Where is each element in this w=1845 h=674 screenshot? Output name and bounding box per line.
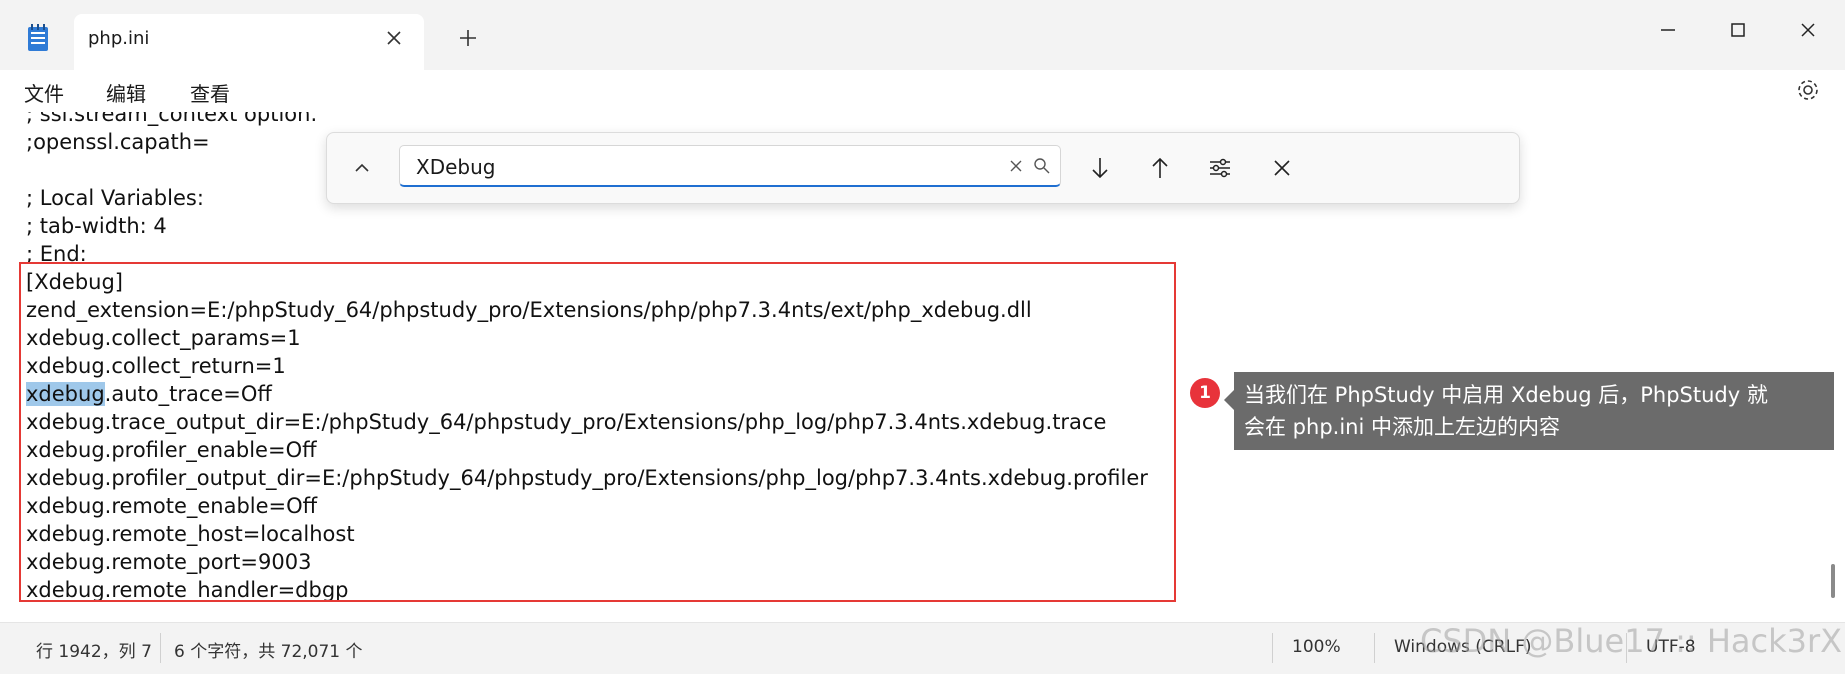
menu-edit[interactable]: 编辑 bbox=[102, 76, 150, 109]
cursor-position: 行 1942，列 7 bbox=[36, 642, 152, 662]
close-find-icon[interactable] bbox=[1267, 153, 1297, 183]
close-tab-icon[interactable] bbox=[382, 26, 406, 50]
window-close-icon[interactable] bbox=[1788, 10, 1828, 50]
zoom-level[interactable]: 100% bbox=[1292, 637, 1341, 657]
search-icon[interactable] bbox=[1032, 156, 1052, 176]
scrollbar-thumb[interactable] bbox=[1831, 564, 1835, 598]
search-input[interactable] bbox=[414, 152, 978, 182]
tab-php-ini[interactable]: php.ini bbox=[74, 14, 424, 70]
annotation-callout: 当我们在 PhpStudy 中启用 Xdebug 后，PhpStudy 就 会在… bbox=[1224, 372, 1834, 450]
title-bar: php.ini bbox=[0, 0, 1845, 70]
find-previous-arrow-up-icon[interactable] bbox=[1145, 153, 1175, 183]
annotation-text-line: 当我们在 PhpStudy 中启用 Xdebug 后，PhpStudy 就 bbox=[1244, 383, 1768, 407]
status-divider bbox=[1272, 633, 1273, 663]
options-sliders-icon[interactable] bbox=[1205, 153, 1235, 183]
menu-bar: 文件 编辑 查看 bbox=[0, 70, 1845, 112]
editor-line: ; tab-width: 4 bbox=[26, 214, 167, 238]
new-tab-icon[interactable] bbox=[456, 26, 480, 50]
watermark: CSDN @Blue17 :: Hack3rX bbox=[1420, 622, 1843, 660]
annotation-number-badge: 1 bbox=[1190, 378, 1220, 408]
status-divider bbox=[1374, 633, 1375, 663]
status-divider bbox=[160, 633, 161, 663]
character-count: 6 个字符，共 72,071 个 bbox=[174, 642, 363, 662]
annotation-red-box bbox=[19, 262, 1176, 602]
tab-title: php.ini bbox=[88, 28, 150, 49]
clear-icon[interactable] bbox=[1006, 156, 1026, 176]
menu-file[interactable]: 文件 bbox=[20, 76, 68, 109]
menu-view[interactable]: 查看 bbox=[186, 76, 234, 109]
search-box[interactable] bbox=[399, 145, 1061, 187]
maximize-icon[interactable] bbox=[1718, 10, 1758, 50]
find-next-arrow-down-icon[interactable] bbox=[1085, 153, 1115, 183]
annotation-text-line: 会在 php.ini 中添加上左边的内容 bbox=[1244, 415, 1560, 439]
find-bar bbox=[326, 132, 1520, 204]
notepad-icon bbox=[28, 24, 48, 51]
minimize-icon[interactable] bbox=[1648, 10, 1688, 50]
chevron-up-icon[interactable] bbox=[347, 153, 377, 183]
gear-icon[interactable] bbox=[1794, 76, 1822, 104]
editor-line: ; ssl.stream_context option. bbox=[26, 112, 318, 126]
